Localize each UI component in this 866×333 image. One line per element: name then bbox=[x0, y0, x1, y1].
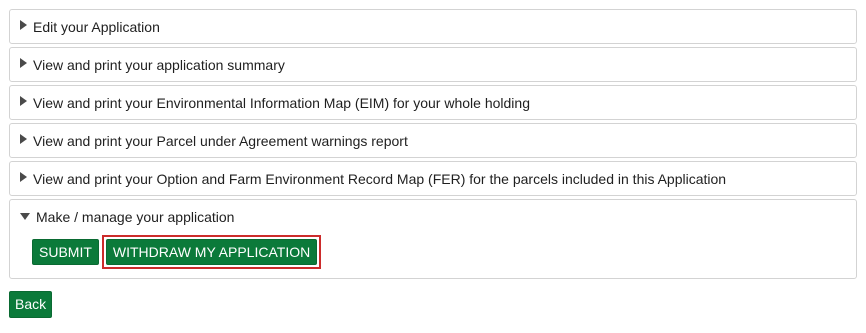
submit-button[interactable]: SUBMIT bbox=[32, 239, 99, 265]
triangle-right-icon bbox=[20, 57, 27, 68]
back-button[interactable]: Back bbox=[9, 291, 53, 318]
panel-label: View and print your Parcel under Agreeme… bbox=[33, 132, 408, 149]
panel-manage-application: Make / manage your application SUBMIT WI… bbox=[9, 199, 857, 279]
panel-label: Make / manage your application bbox=[36, 209, 235, 225]
panel-edit-application[interactable]: Edit your Application bbox=[9, 9, 857, 44]
triangle-right-icon bbox=[20, 133, 27, 144]
panel-label: View and print your Environmental Inform… bbox=[33, 94, 530, 111]
manage-actions: SUBMIT WITHDRAW MY APPLICATION bbox=[20, 235, 856, 269]
triangle-right-icon bbox=[20, 19, 27, 30]
panel-label: Edit your Application bbox=[33, 18, 160, 35]
triangle-down-icon bbox=[20, 212, 30, 220]
triangle-right-icon bbox=[20, 95, 27, 106]
panel-label: View and print your Option and Farm Envi… bbox=[33, 170, 727, 187]
panel-view-warnings-report[interactable]: View and print your Parcel under Agreeme… bbox=[9, 123, 857, 158]
panel-manage-header[interactable]: Make / manage your application bbox=[20, 208, 856, 226]
withdraw-highlight-box: WITHDRAW MY APPLICATION bbox=[101, 235, 322, 269]
application-panels: Edit your Application View and print you… bbox=[9, 9, 857, 282]
panel-label: View and print your application summary bbox=[33, 56, 285, 73]
withdraw-application-button[interactable]: WITHDRAW MY APPLICATION bbox=[105, 239, 318, 265]
panel-view-eim-map[interactable]: View and print your Environmental Inform… bbox=[9, 85, 857, 120]
panel-view-fer-map[interactable]: View and print your Option and Farm Envi… bbox=[9, 161, 857, 196]
panel-view-application-summary[interactable]: View and print your application summary bbox=[9, 47, 857, 82]
triangle-right-icon bbox=[20, 171, 27, 182]
